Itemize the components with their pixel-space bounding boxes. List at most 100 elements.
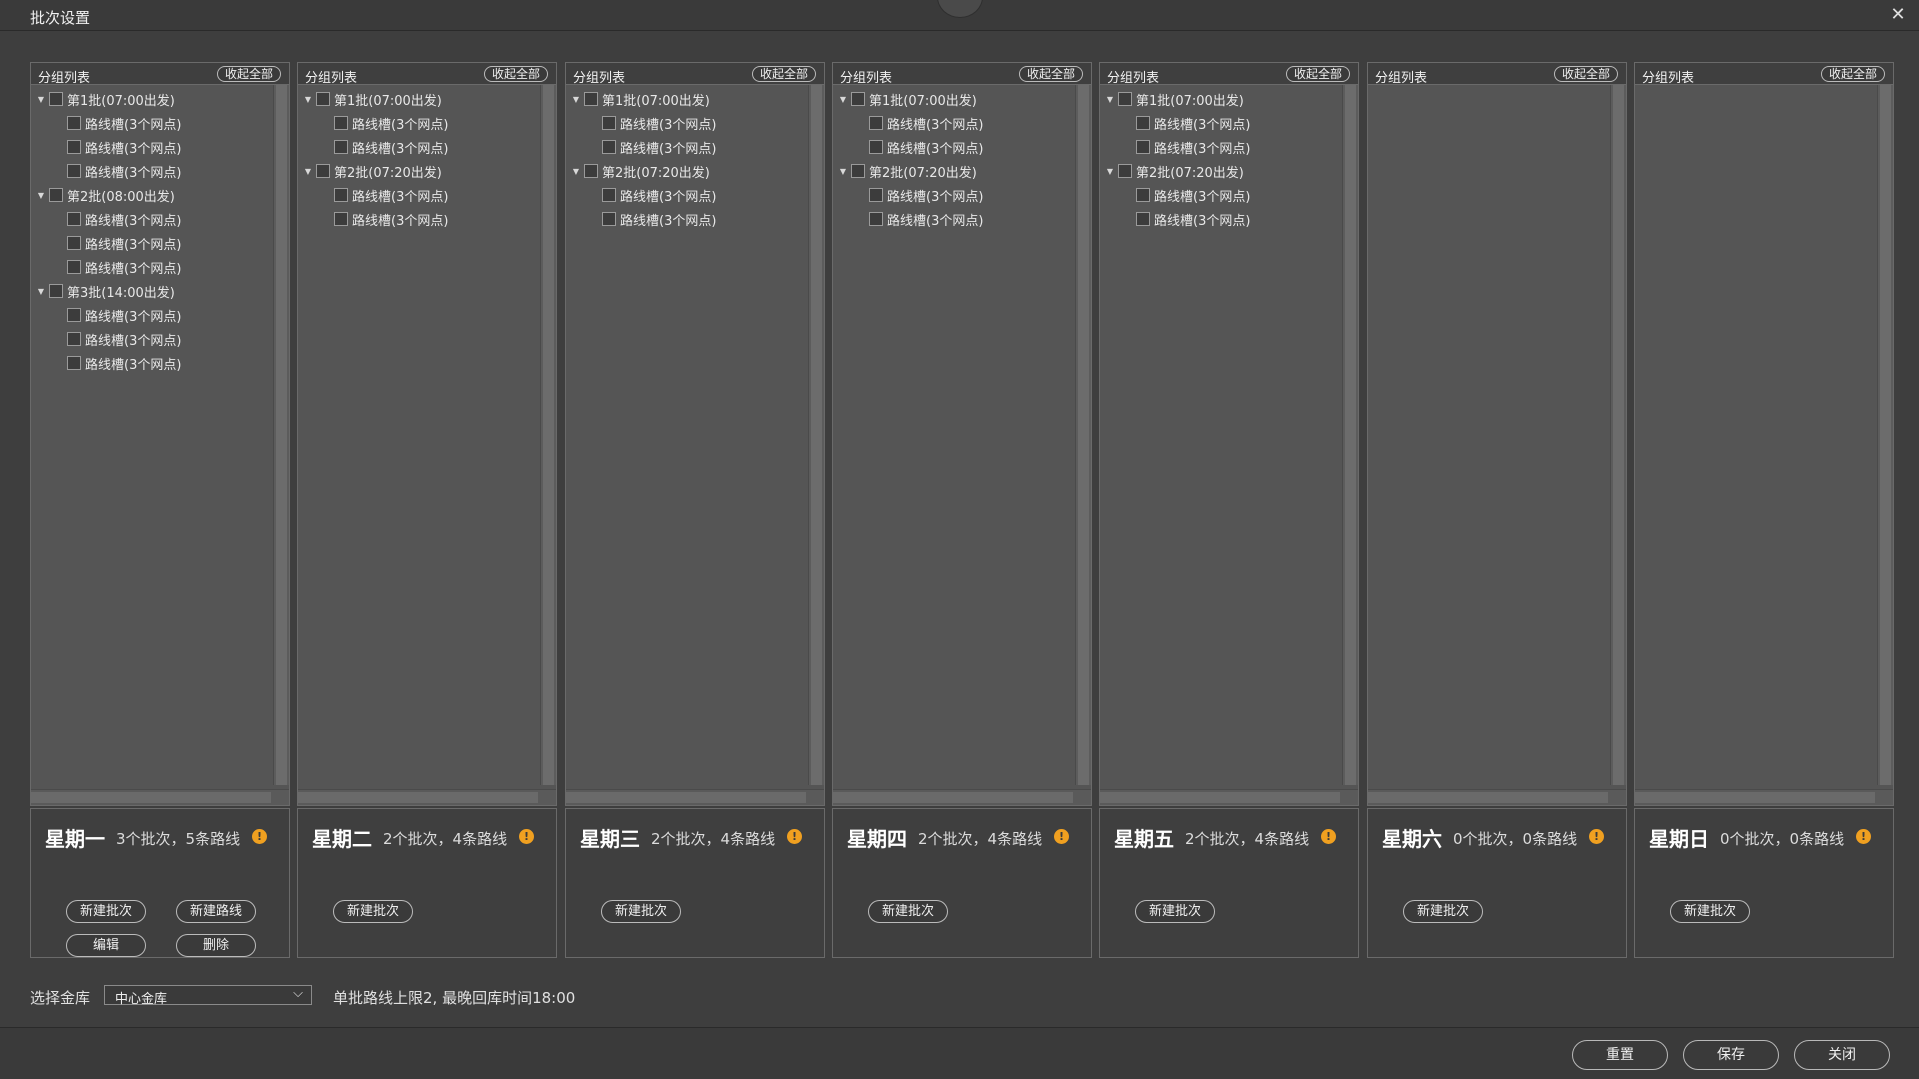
- scrollbar-thumb[interactable]: [566, 792, 806, 803]
- save-button[interactable]: 保存: [1683, 1040, 1779, 1070]
- info-icon[interactable]: !: [1054, 829, 1069, 844]
- route-checkbox[interactable]: [1136, 140, 1150, 154]
- route-checkbox[interactable]: [602, 116, 616, 130]
- batch-node[interactable]: ▼ 第2批(08:00出发): [35, 185, 175, 205]
- route-checkbox[interactable]: [334, 116, 348, 130]
- close-icon[interactable]: ✕: [1887, 4, 1909, 26]
- scrollbar-thumb[interactable]: [811, 85, 822, 785]
- route-checkbox[interactable]: [869, 188, 883, 202]
- vertical-scrollbar[interactable]: [273, 85, 289, 785]
- scrollbar-thumb[interactable]: [1880, 85, 1891, 785]
- route-checkbox[interactable]: [869, 212, 883, 226]
- caret-down-icon[interactable]: ▼: [302, 167, 314, 176]
- route-node[interactable]: 路线槽(3个网点): [65, 329, 181, 349]
- edit-button[interactable]: 编辑: [66, 934, 146, 957]
- route-node[interactable]: 路线槽(3个网点): [65, 113, 181, 133]
- info-icon[interactable]: !: [252, 829, 267, 844]
- horizontal-scrollbar[interactable]: [1100, 789, 1358, 805]
- batch-checkbox[interactable]: [584, 164, 598, 178]
- info-icon[interactable]: !: [1321, 829, 1336, 844]
- scrollbar-thumb[interactable]: [1345, 85, 1356, 785]
- route-node[interactable]: 路线槽(3个网点): [1134, 137, 1250, 157]
- horizontal-scrollbar[interactable]: [1635, 789, 1893, 805]
- batch-checkbox[interactable]: [49, 92, 63, 106]
- batch-node[interactable]: ▼ 第2批(07:20出发): [1104, 161, 1244, 181]
- info-icon[interactable]: !: [1856, 829, 1871, 844]
- batch-checkbox[interactable]: [1118, 164, 1132, 178]
- caret-down-icon[interactable]: ▼: [570, 95, 582, 104]
- batch-checkbox[interactable]: [1118, 92, 1132, 106]
- caret-down-icon[interactable]: ▼: [837, 95, 849, 104]
- collapse-all-button[interactable]: 收起全部: [1553, 66, 1618, 82]
- caret-down-icon[interactable]: ▼: [1104, 95, 1116, 104]
- batch-checkbox[interactable]: [316, 164, 330, 178]
- new-batch-button[interactable]: 新建批次: [1670, 900, 1750, 923]
- vertical-scrollbar[interactable]: [1075, 85, 1091, 785]
- batch-checkbox[interactable]: [584, 92, 598, 106]
- scrollbar-thumb[interactable]: [276, 85, 287, 785]
- horizontal-scrollbar[interactable]: [833, 789, 1091, 805]
- info-icon[interactable]: !: [787, 829, 802, 844]
- route-checkbox[interactable]: [67, 164, 81, 178]
- vault-select[interactable]: 中心金库 ⌵: [104, 985, 312, 1007]
- route-node[interactable]: 路线槽(3个网点): [600, 113, 716, 133]
- route-checkbox[interactable]: [602, 140, 616, 154]
- route-node[interactable]: 路线槽(3个网点): [1134, 185, 1250, 205]
- route-node[interactable]: 路线槽(3个网点): [332, 137, 448, 157]
- collapse-all-button[interactable]: 收起全部: [483, 66, 548, 82]
- caret-down-icon[interactable]: ▼: [570, 167, 582, 176]
- collapse-all-button[interactable]: 收起全部: [1285, 66, 1350, 82]
- route-checkbox[interactable]: [1136, 212, 1150, 226]
- new-batch-button[interactable]: 新建批次: [1135, 900, 1215, 923]
- caret-down-icon[interactable]: ▼: [1104, 167, 1116, 176]
- batch-node[interactable]: ▼ 第1批(07:00出发): [35, 89, 175, 109]
- caret-down-icon[interactable]: ▼: [35, 95, 47, 104]
- route-checkbox[interactable]: [67, 140, 81, 154]
- route-node[interactable]: 路线槽(3个网点): [867, 185, 983, 205]
- horizontal-scrollbar[interactable]: [31, 789, 289, 805]
- route-node[interactable]: 路线槽(3个网点): [600, 137, 716, 157]
- horizontal-scrollbar[interactable]: [298, 789, 556, 805]
- batch-node[interactable]: ▼ 第2批(07:20出发): [570, 161, 710, 181]
- batch-checkbox[interactable]: [851, 164, 865, 178]
- scrollbar-thumb[interactable]: [1100, 792, 1340, 803]
- route-node[interactable]: 路线槽(3个网点): [600, 209, 716, 229]
- caret-down-icon[interactable]: ▼: [35, 287, 47, 296]
- collapse-all-button[interactable]: 收起全部: [1018, 66, 1083, 82]
- batch-node[interactable]: ▼ 第1批(07:00出发): [570, 89, 710, 109]
- route-node[interactable]: 路线槽(3个网点): [65, 233, 181, 253]
- route-checkbox[interactable]: [869, 116, 883, 130]
- close-button[interactable]: 关闭: [1794, 1040, 1890, 1070]
- route-node[interactable]: 路线槽(3个网点): [65, 305, 181, 325]
- route-checkbox[interactable]: [67, 260, 81, 274]
- route-node[interactable]: 路线槽(3个网点): [65, 209, 181, 229]
- scrollbar-thumb[interactable]: [1078, 85, 1089, 785]
- caret-down-icon[interactable]: ▼: [302, 95, 314, 104]
- info-icon[interactable]: !: [1589, 829, 1604, 844]
- collapse-all-button[interactable]: 收起全部: [1820, 66, 1885, 82]
- new-batch-button[interactable]: 新建批次: [333, 900, 413, 923]
- vertical-scrollbar[interactable]: [1342, 85, 1358, 785]
- route-node[interactable]: 路线槽(3个网点): [867, 113, 983, 133]
- scrollbar-thumb[interactable]: [1635, 792, 1875, 803]
- route-node[interactable]: 路线槽(3个网点): [332, 209, 448, 229]
- caret-down-icon[interactable]: ▼: [35, 191, 47, 200]
- batch-node[interactable]: ▼ 第1批(07:00出发): [837, 89, 977, 109]
- scrollbar-thumb[interactable]: [833, 792, 1073, 803]
- route-checkbox[interactable]: [67, 212, 81, 226]
- collapse-all-button[interactable]: 收起全部: [216, 66, 281, 82]
- vertical-scrollbar[interactable]: [808, 85, 824, 785]
- scrollbar-thumb[interactable]: [1613, 85, 1624, 785]
- info-icon[interactable]: !: [519, 829, 534, 844]
- reset-button[interactable]: 重置: [1572, 1040, 1668, 1070]
- route-checkbox[interactable]: [602, 212, 616, 226]
- batch-node[interactable]: ▼ 第2批(07:20出发): [302, 161, 442, 181]
- batch-node[interactable]: ▼ 第1批(07:00出发): [1104, 89, 1244, 109]
- scrollbar-thumb[interactable]: [543, 85, 554, 785]
- scrollbar-thumb[interactable]: [1368, 792, 1608, 803]
- vertical-scrollbar[interactable]: [1610, 85, 1626, 785]
- collapse-all-button[interactable]: 收起全部: [751, 66, 816, 82]
- horizontal-scrollbar[interactable]: [566, 789, 824, 805]
- batch-node[interactable]: ▼ 第3批(14:00出发): [35, 281, 175, 301]
- route-checkbox[interactable]: [1136, 116, 1150, 130]
